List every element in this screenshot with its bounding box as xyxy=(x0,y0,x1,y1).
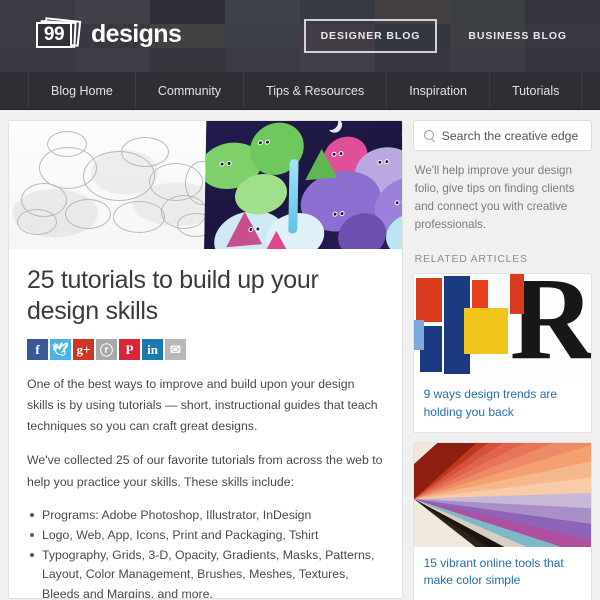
business-blog-button[interactable]: BUSINESS BLOG xyxy=(453,21,582,51)
search-input[interactable] xyxy=(441,128,581,143)
related-article-card-2[interactable]: 15 vibrant online tools that make color … xyxy=(412,442,592,600)
nav-item-tutorials[interactable]: Tutorials xyxy=(490,72,583,109)
sidebar-blurb: We'll help improve your design folio, gi… xyxy=(414,164,575,232)
header-banner: 99 designs DESIGNER BLOG BUSINESS BLOG xyxy=(0,0,600,72)
sidebar: We'll help improve your design folio, gi… xyxy=(412,120,592,600)
nav-item-trends[interactable]: Trends xyxy=(582,72,600,109)
nav-item-tips-resources[interactable]: Tips & Resources xyxy=(244,72,388,109)
email-icon[interactable]: ✉ xyxy=(165,339,186,360)
article-body: 25 tutorials to build up your design ski… xyxy=(9,249,402,598)
list-item: Programs: Adobe Photoshop, Illustrator, … xyxy=(27,506,384,526)
article-hero-image xyxy=(9,121,402,249)
search-icon xyxy=(423,130,435,141)
main-content-column: 25 tutorials to build up your design ski… xyxy=(8,120,403,599)
page-title: 25 tutorials to build up your design ski… xyxy=(27,266,319,325)
hero-sketch-half xyxy=(9,121,219,249)
related-thumbnail-color-fan xyxy=(413,443,591,548)
header-links: DESIGNER BLOG BUSINESS BLOG xyxy=(303,0,600,72)
designer-blog-button[interactable]: DESIGNER BLOG xyxy=(303,19,438,53)
facebook-icon[interactable]: f xyxy=(27,339,48,360)
nav-item-blog-home[interactable]: Blog Home xyxy=(28,72,136,109)
logo-99-mark: 99 xyxy=(36,16,82,49)
skills-list: Programs: Adobe Photoshop, Illustrator, … xyxy=(27,506,384,598)
article-paragraph-1: One of the best ways to improve and buil… xyxy=(27,377,378,434)
pinterest-icon[interactable]: P xyxy=(119,339,140,360)
linkedin-icon[interactable]: in xyxy=(142,339,163,360)
article-paragraph-2: We've collected 25 of our favorite tutor… xyxy=(27,453,383,489)
list-item: Typography, Grids, 3-D, Opacity, Gradien… xyxy=(27,546,384,598)
hero-illustration-half xyxy=(203,121,402,249)
site-logo[interactable]: 99 designs xyxy=(36,16,182,49)
logo-wordmark: designs xyxy=(91,20,182,48)
related-articles-heading: RELATED ARTICLES xyxy=(414,253,528,266)
main-navigation: Blog Home Community Tips & Resources Ins… xyxy=(0,72,600,110)
nav-item-community[interactable]: Community xyxy=(136,72,245,109)
social-share-bar: f 🕊 g+ ⓡ P in ✉ xyxy=(27,339,384,360)
google-plus-icon[interactable]: g+ xyxy=(73,339,94,360)
twitter-icon[interactable]: 🕊 xyxy=(50,339,71,360)
related-thumbnail-typography: R xyxy=(413,274,591,379)
nav-item-inspiration[interactable]: Inspiration xyxy=(387,72,490,109)
related-article-title[interactable]: 15 vibrant online tools that make color … xyxy=(414,547,591,600)
related-article-card-1[interactable]: R 9 ways design trends are holding you b… xyxy=(412,273,592,434)
reddit-icon[interactable]: ⓡ xyxy=(96,339,117,360)
page-body: 25 tutorials to build up your design ski… xyxy=(0,110,600,600)
list-item: Logo, Web, App, Icons, Print and Packagi… xyxy=(27,526,384,546)
search-box[interactable] xyxy=(412,120,592,151)
related-article-title[interactable]: 9 ways design trends are holding you bac… xyxy=(414,378,591,432)
logo-number: 99 xyxy=(43,23,65,45)
